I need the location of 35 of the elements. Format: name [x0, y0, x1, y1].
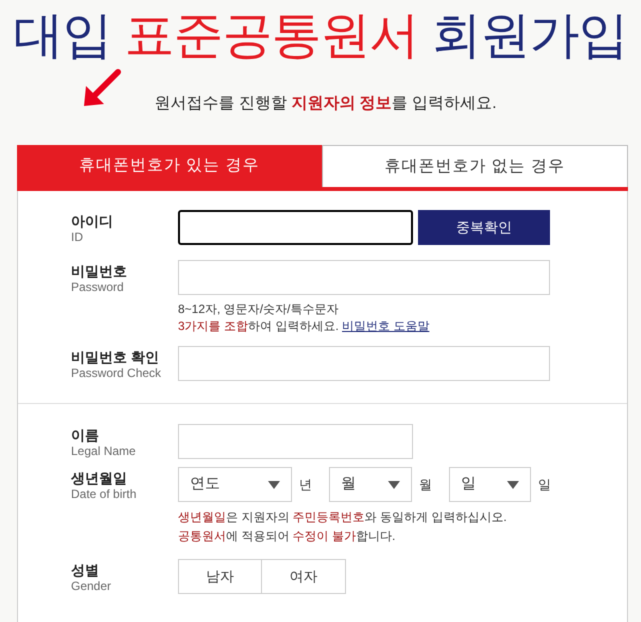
- birth-note: 생년월일은 지원자의 주민등록번호와 동일하게 입력하십시오.: [178, 509, 508, 526]
- field-sublabel: Date of birth: [71, 487, 138, 502]
- instruction-text: 원서접수를 진행할 지원자의 정보를 입력하세요.: [154, 94, 497, 114]
- caret-icon: [388, 480, 400, 488]
- field-label: 비밀번호 확인: [71, 348, 160, 366]
- unit-label: 일: [537, 476, 552, 494]
- input-field[interactable]: [178, 210, 413, 245]
- caret-icon: [268, 480, 280, 488]
- password-note: 3가지를 조합하여 입력하세요. 비밀번호 도움말: [178, 318, 430, 335]
- tab[interactable]: 휴대폰번호가 없는 경우: [322, 145, 628, 187]
- field-label: 비밀번호: [71, 262, 128, 280]
- gender-option[interactable]: 여자: [262, 559, 346, 594]
- birth-note: 공통원서에 적용되어 수정이 불가합니다.: [178, 528, 396, 545]
- field-sublabel: Password Check: [71, 366, 162, 381]
- select-dropdown[interactable]: 일: [449, 467, 531, 502]
- field-label: 성별: [71, 561, 100, 579]
- select-dropdown[interactable]: 연도: [178, 467, 292, 502]
- field-sublabel: ID: [71, 230, 84, 245]
- gender-option[interactable]: 남자: [178, 559, 262, 594]
- field-label: 이름: [71, 426, 100, 444]
- field-sublabel: Legal Name: [71, 444, 137, 459]
- arrow-icon: [82, 68, 122, 108]
- unit-label: 월: [418, 476, 433, 494]
- caret-icon: [507, 480, 519, 488]
- tab[interactable]: 휴대폰번호가 있는 경우: [17, 145, 322, 187]
- field-sublabel: Password: [71, 280, 125, 295]
- field-sublabel: Gender: [71, 579, 112, 594]
- select-dropdown[interactable]: 월: [329, 467, 412, 502]
- page-title: 대입 표준공통원서 회원가입: [14, 6, 628, 65]
- password-help-link[interactable]: 비밀번호 도움말: [342, 319, 430, 333]
- field-label: 아이디: [71, 212, 114, 230]
- duplicate-check-button[interactable]: 중복확인: [418, 210, 550, 245]
- unit-label: 년: [298, 476, 313, 494]
- field-label: 생년월일: [71, 469, 128, 487]
- password-hint: 8~12자, 영문자/숫자/특수문자: [178, 301, 340, 318]
